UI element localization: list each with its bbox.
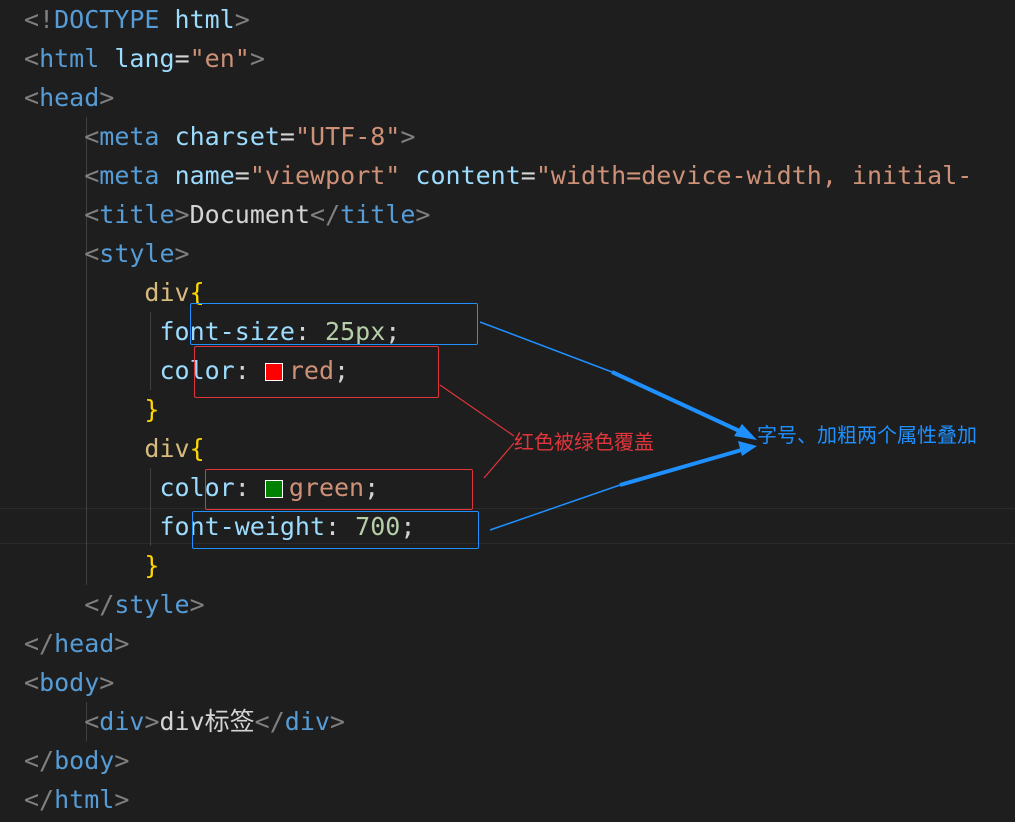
blue-arrow-line [489, 484, 621, 531]
blue-arrow-line [479, 321, 613, 373]
blue-annotation-label: 字号、加粗两个属性叠加 [757, 423, 977, 447]
blue-arrowhead [738, 441, 757, 456]
red-connector-line [483, 442, 515, 479]
annotation-arrows [439, 321, 757, 531]
blue-arrowhead [734, 424, 757, 440]
red-annotation-label: 红色被绿色覆盖 [514, 430, 654, 454]
blue-arrow-line [611, 370, 747, 436]
red-connector-line [439, 384, 515, 437]
